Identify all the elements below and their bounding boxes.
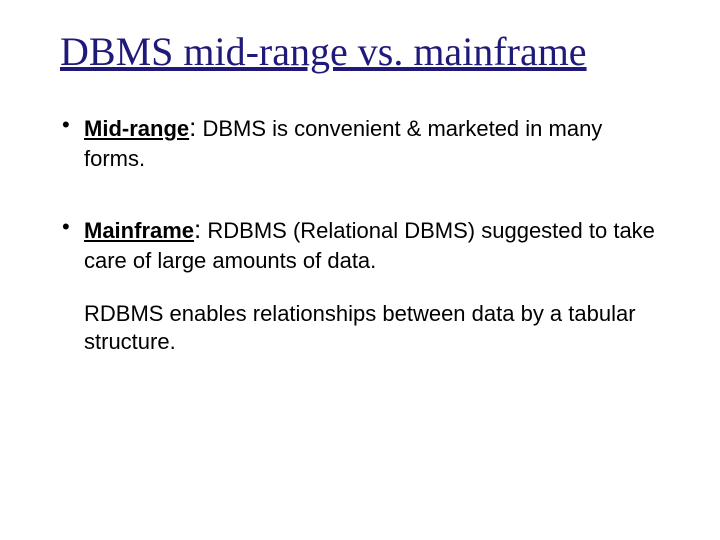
slide-title: DBMS mid-range vs. mainframe (60, 28, 660, 75)
list-item: Mainframe: RDBMS (Relational DBMS) sugge… (60, 213, 660, 357)
list-item: Mid-range: DBMS is convenient & marketed… (60, 111, 660, 173)
slide: DBMS mid-range vs. mainframe Mid-range: … (0, 0, 720, 540)
bullet-term-midrange: Mid-range (84, 116, 189, 141)
bullet-term-mainframe: Mainframe (84, 218, 194, 243)
bullet-list: Mid-range: DBMS is convenient & marketed… (60, 111, 660, 357)
bullet-extra: RDBMS enables relationships between data… (84, 300, 660, 357)
